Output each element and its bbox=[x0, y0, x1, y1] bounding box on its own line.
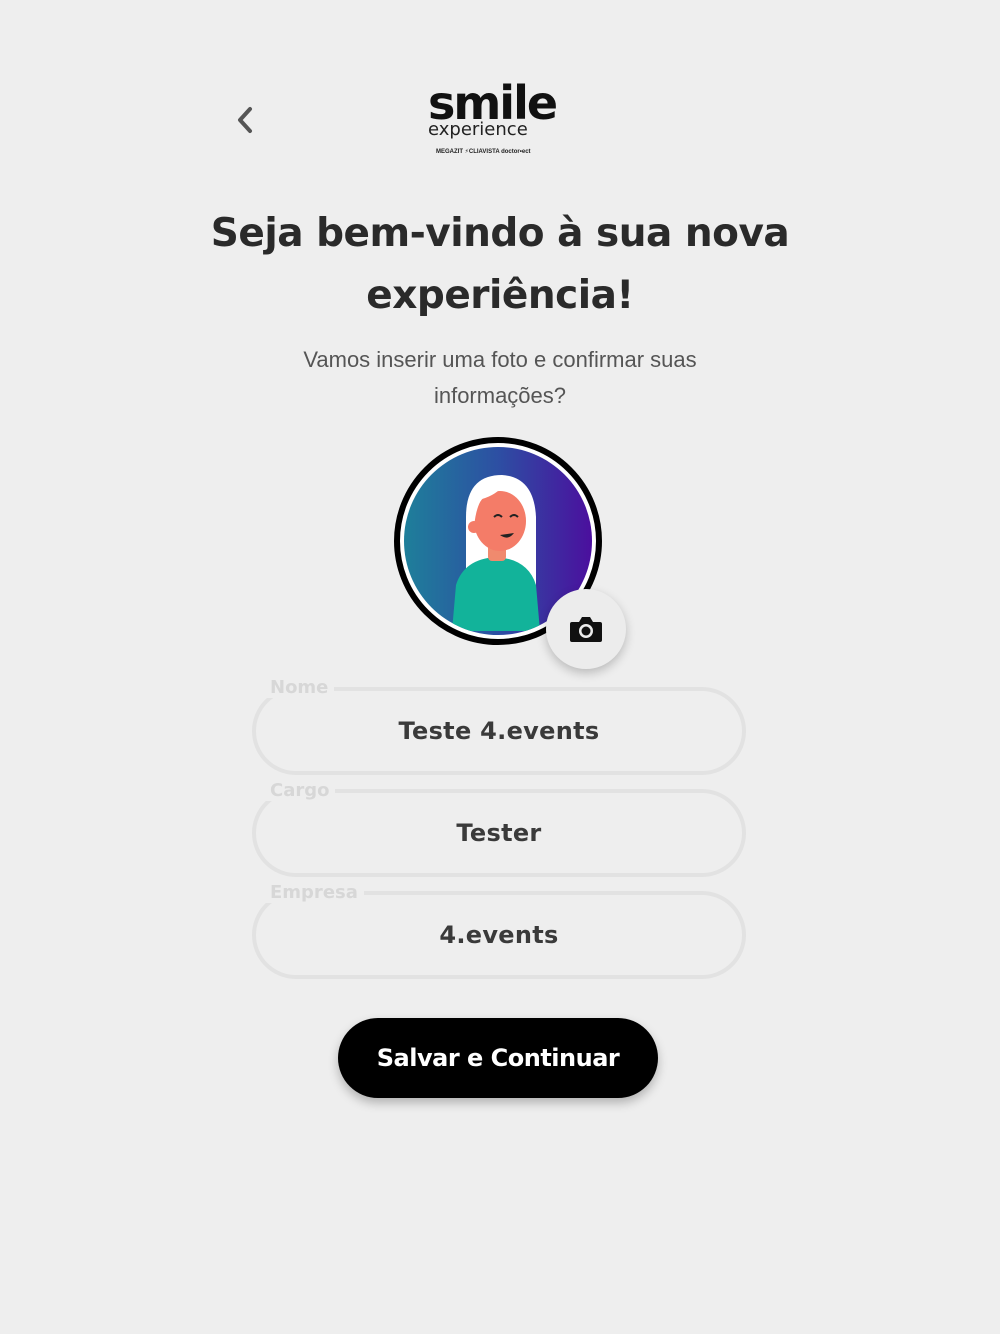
camera-icon bbox=[570, 617, 602, 642]
role-field[interactable]: Tester bbox=[252, 789, 746, 877]
logo-partners: MEGAZIT ⚡CLIAVISTA doctor•ect bbox=[436, 149, 531, 155]
chevron-left-icon bbox=[238, 107, 252, 133]
welcome-screen: smile experience MEGAZIT ⚡CLIAVISTA doct… bbox=[0, 0, 1000, 1334]
back-button[interactable] bbox=[228, 100, 262, 140]
role-label: Cargo bbox=[264, 781, 336, 801]
logo-subtitle: experience bbox=[428, 119, 528, 140]
company-label: Empresa bbox=[264, 883, 364, 903]
change-photo-button[interactable] bbox=[546, 589, 626, 669]
role-value: Tester bbox=[456, 819, 542, 847]
save-continue-button[interactable]: Salvar e Continuar bbox=[338, 1018, 658, 1098]
page-subtitle: Vamos inserir uma foto e confirmar suas … bbox=[303, 347, 697, 408]
company-value: 4.events bbox=[439, 921, 559, 949]
page-title: Seja bem-vindo à sua nova experiência! bbox=[210, 211, 790, 318]
company-field[interactable]: 4.events bbox=[252, 891, 746, 979]
name-field[interactable]: Teste 4.events bbox=[252, 687, 746, 775]
name-value: Teste 4.events bbox=[398, 717, 600, 745]
name-label: Nome bbox=[264, 678, 335, 698]
smile-experience-logo: smile experience MEGAZIT ⚡CLIAVISTA doct… bbox=[426, 80, 576, 160]
